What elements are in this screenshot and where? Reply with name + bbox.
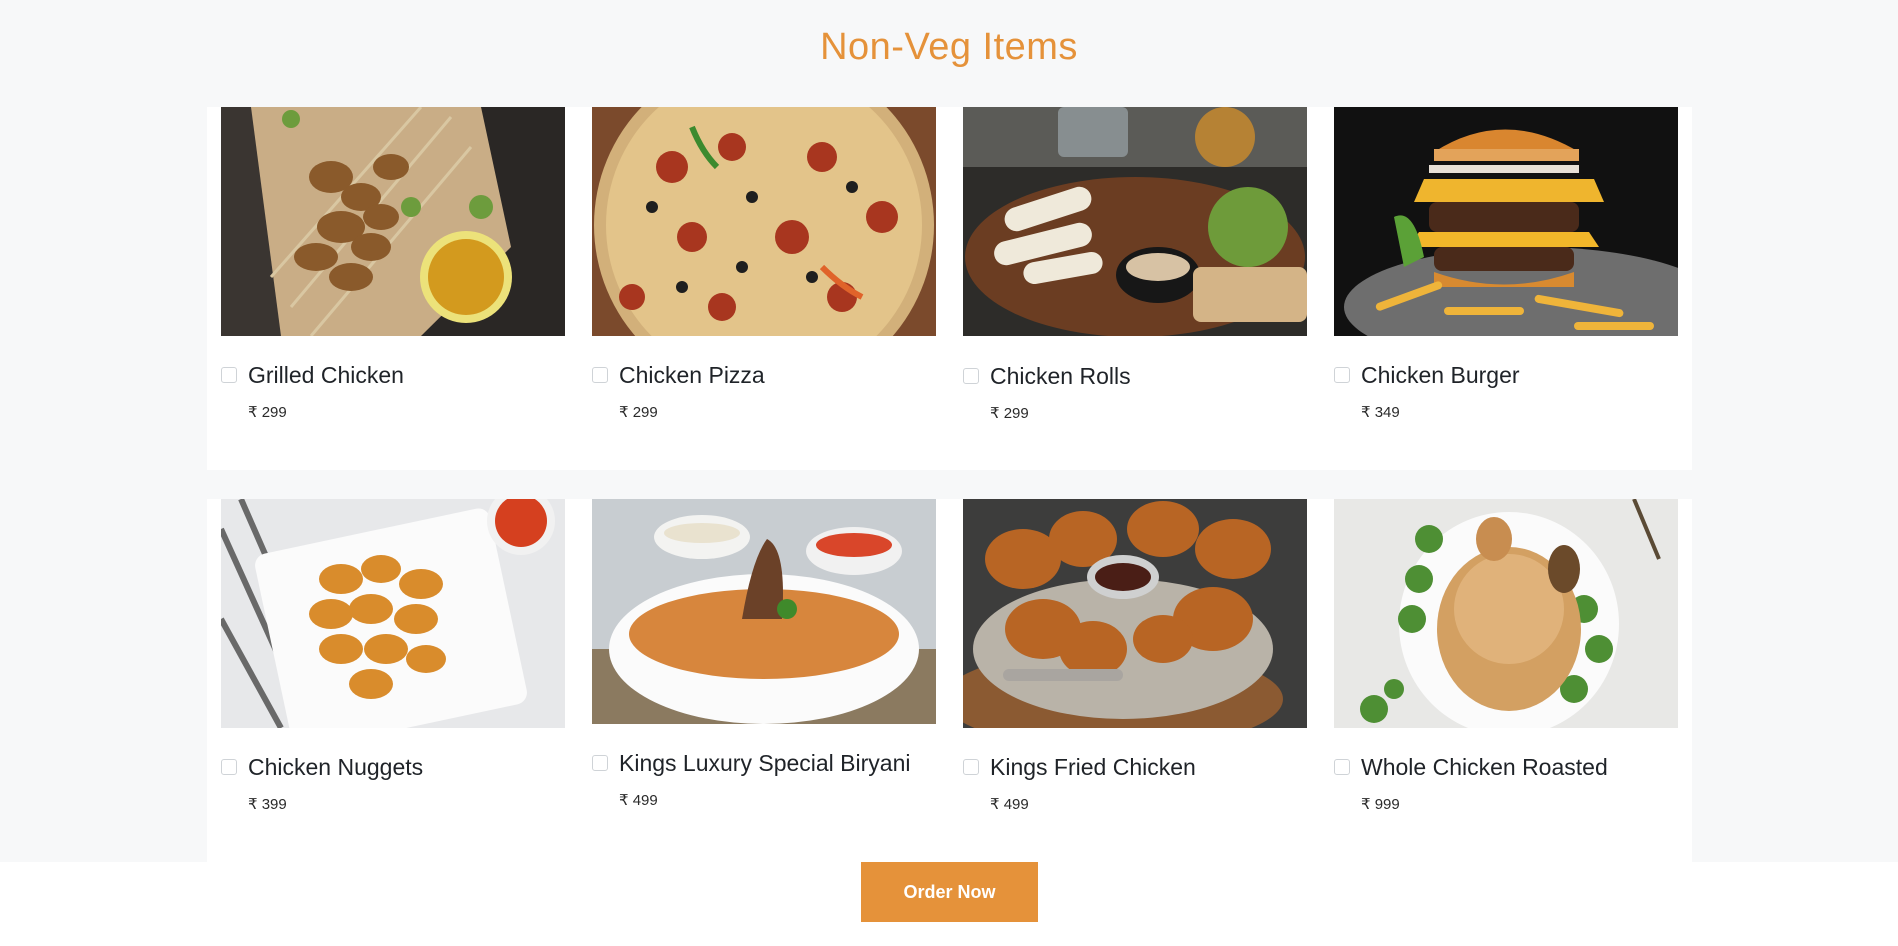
item-price: ₹ 349 (1361, 404, 1400, 421)
item-price: ₹ 299 (248, 404, 287, 421)
item-name: Chicken Burger (1361, 362, 1520, 388)
chicken-pizza-image (592, 107, 936, 336)
order-now-button[interactable]: Order Now (861, 862, 1038, 922)
item-name: Chicken Rolls (990, 363, 1131, 389)
grilled-chicken-image (221, 107, 565, 336)
item-price: ₹ 499 (619, 792, 658, 809)
chicken-burger-image (1334, 107, 1678, 336)
chicken-rolls-image (963, 107, 1307, 336)
item-price: ₹ 499 (990, 796, 1029, 813)
item-price: ₹ 399 (248, 796, 287, 813)
item-name: Kings Fried Chicken (990, 754, 1196, 780)
chicken-nuggets-image (221, 499, 565, 728)
roasted-chicken-image (1334, 499, 1678, 728)
select-checkbox[interactable] (963, 368, 979, 384)
select-checkbox[interactable] (221, 759, 237, 775)
select-checkbox[interactable] (592, 755, 608, 771)
select-checkbox[interactable] (1334, 759, 1350, 775)
fried-chicken-image (963, 499, 1307, 728)
biryani-image (592, 499, 936, 724)
item-price: ₹ 299 (990, 405, 1029, 422)
item-price: ₹ 999 (1361, 796, 1400, 813)
item-name: Chicken Nuggets (248, 754, 424, 780)
select-checkbox[interactable] (1334, 367, 1350, 383)
item-name: Kings Luxury Special Biryani (619, 750, 911, 776)
item-name: Chicken Pizza (619, 362, 765, 388)
item-name: Grilled Chicken (248, 362, 404, 388)
select-checkbox[interactable] (221, 367, 237, 383)
item-price: ₹ 299 (619, 404, 658, 421)
select-checkbox[interactable] (592, 367, 608, 383)
section-title: Non-Veg Items (820, 26, 1078, 68)
select-checkbox[interactable] (963, 759, 979, 775)
item-name: Whole Chicken Roasted (1361, 754, 1608, 780)
